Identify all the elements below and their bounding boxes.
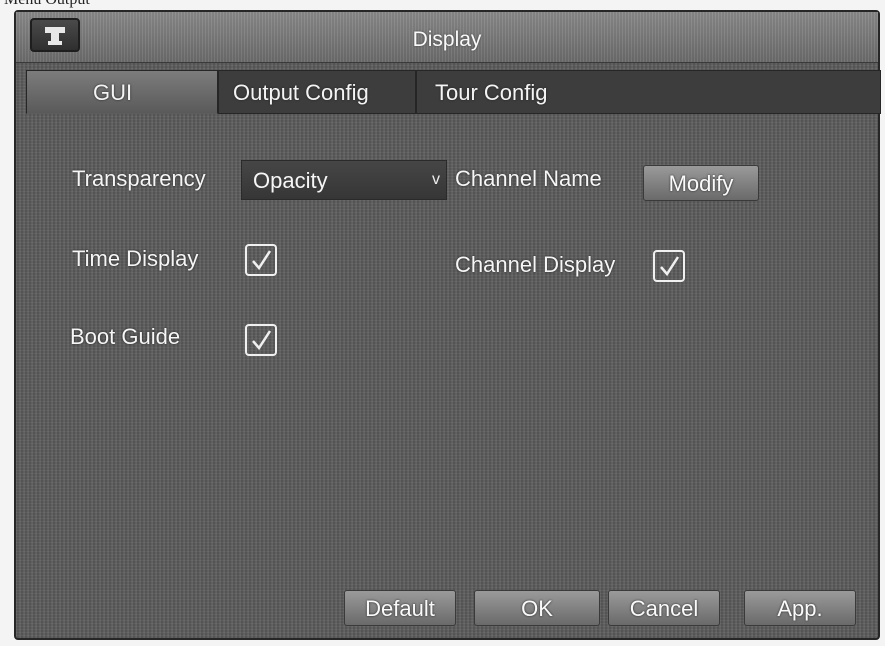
boot-guide-label: Boot Guide xyxy=(70,324,181,349)
default-button[interactable]: Default xyxy=(344,590,456,626)
boot-guide-checkbox[interactable] xyxy=(245,324,277,356)
window-title: Display xyxy=(412,28,482,51)
transparency-value: Opacity xyxy=(253,168,328,193)
check-icon xyxy=(252,250,272,271)
page: Menu Output Display GUI Output Config To… xyxy=(0,0,885,646)
transparency-select[interactable]: Opacity v xyxy=(241,160,447,200)
modify-button[interactable]: Modify xyxy=(643,165,759,201)
transparency-label: Transparency xyxy=(72,166,206,191)
tab-bar: GUI Output Config Tour Config xyxy=(26,70,881,114)
chevron-down-icon: v xyxy=(432,171,440,188)
apply-button[interactable]: App. xyxy=(744,590,856,626)
time-display-label: Time Display xyxy=(72,246,199,271)
time-display-checkbox[interactable] xyxy=(245,244,277,276)
ok-button[interactable]: OK xyxy=(474,590,600,626)
tab-gui[interactable]: GUI xyxy=(26,70,218,114)
channel-name-label: Channel Name xyxy=(455,166,602,191)
channel-display-label: Channel Display xyxy=(455,252,616,277)
tab-output-config[interactable]: Output Config xyxy=(218,70,416,114)
channel-display-checkbox[interactable] xyxy=(653,250,685,282)
title-bar: Display xyxy=(16,12,878,63)
cancel-button[interactable]: Cancel xyxy=(608,590,720,626)
check-icon xyxy=(660,256,680,277)
display-window: Display GUI Output Config Tour Config Tr… xyxy=(14,10,881,640)
tab-tour-config[interactable]: Tour Config xyxy=(416,70,881,114)
page-header: Menu Output xyxy=(4,0,90,9)
check-icon xyxy=(252,330,272,351)
